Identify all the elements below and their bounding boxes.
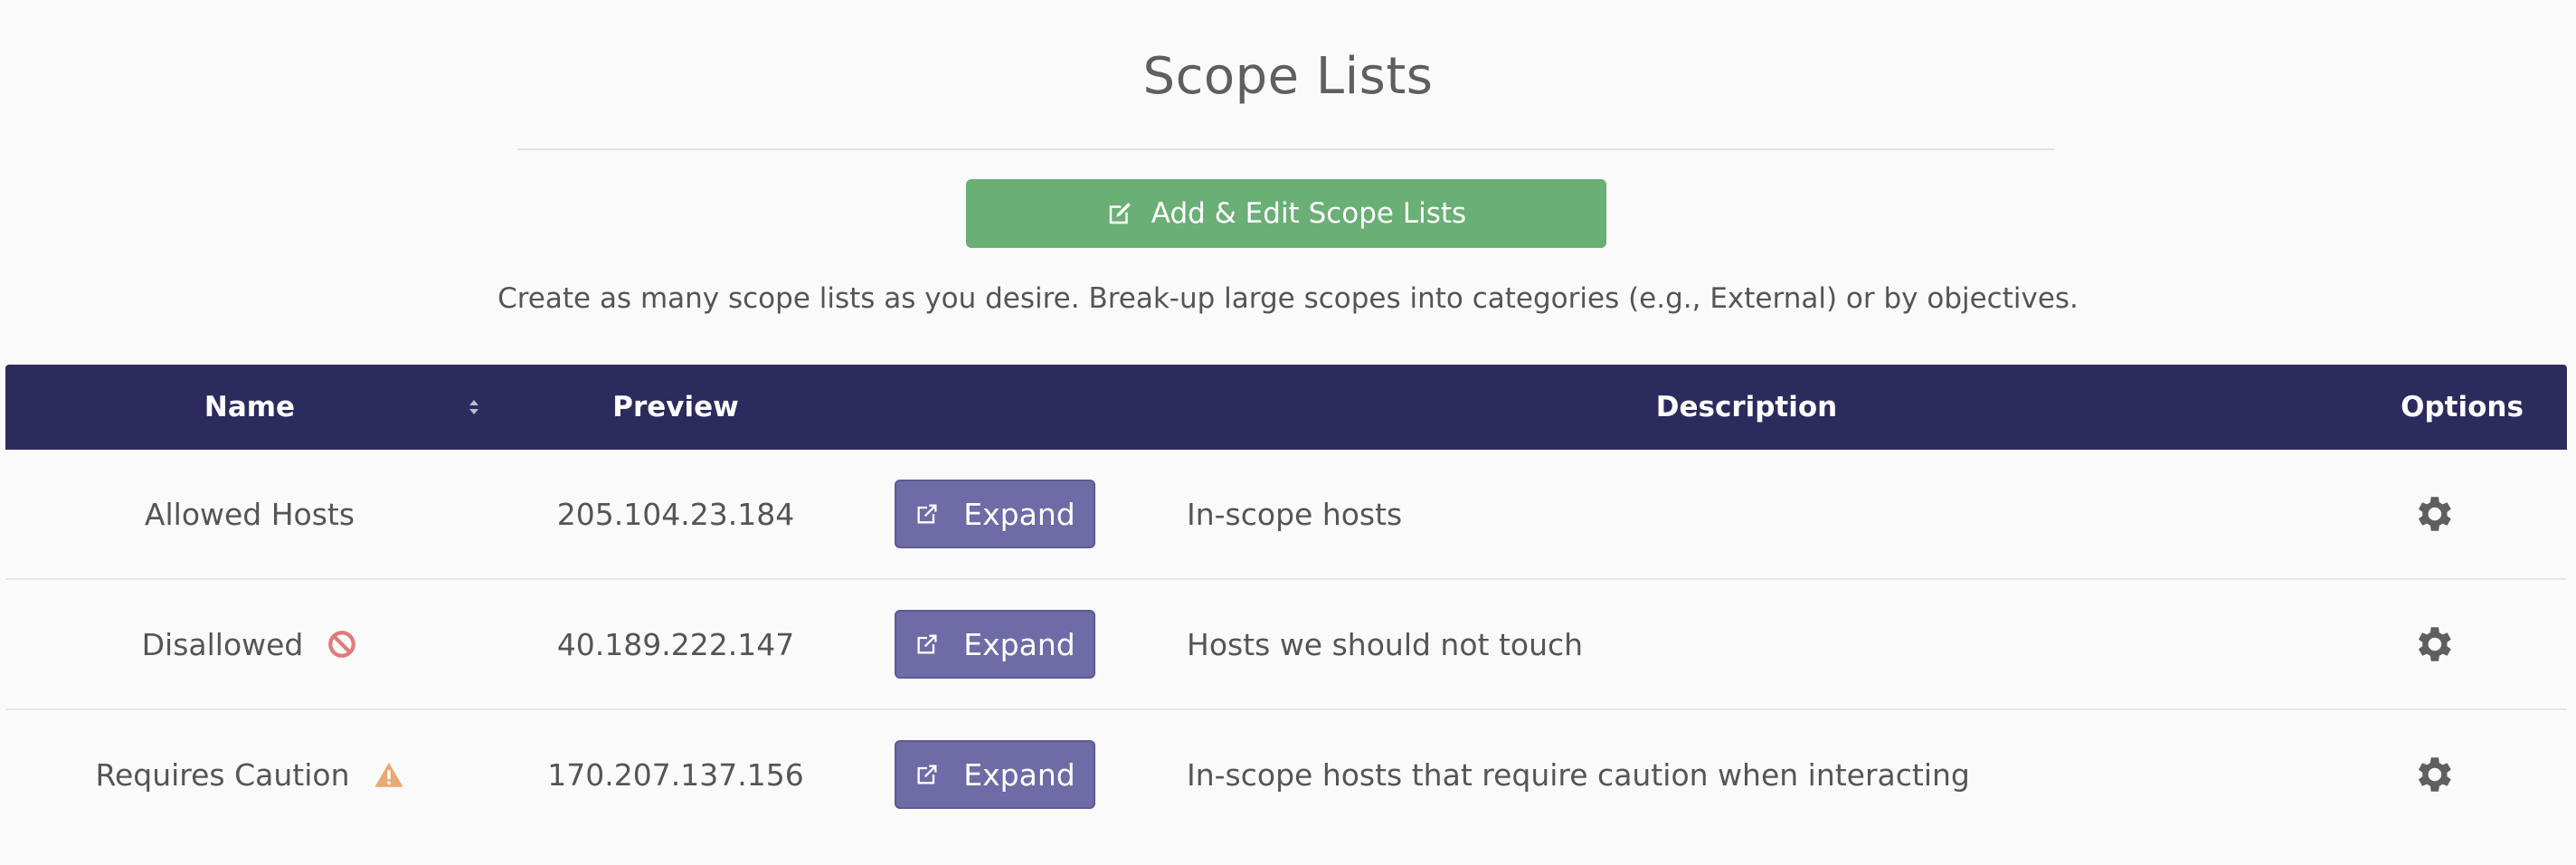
expand-button[interactable]: Expand	[895, 480, 1095, 548]
page-title: Scope Lists	[1142, 47, 1434, 106]
column-header-name[interactable]: Name	[5, 365, 494, 450]
scope-name: Allowed Hosts	[144, 496, 355, 532]
sort-icon[interactable]	[465, 394, 483, 420]
column-header-name-label: Name	[204, 391, 296, 423]
table-row: Allowed Hosts 205.104.23.184 Expand In-s…	[5, 450, 2567, 580]
table-row: Disallowed 40.189.222.147 Expand Hosts w…	[5, 580, 2567, 710]
preview-cell: 205.104.23.184	[494, 450, 857, 578]
options-cell	[2410, 710, 2456, 839]
table-row: Requires Caution 170.207.137.156 Expand …	[5, 710, 2567, 839]
expand-label: Expand	[963, 496, 1075, 532]
scope-name-cell: Disallowed	[5, 580, 494, 708]
title-divider	[517, 148, 2055, 150]
column-header-options-label: Options	[2401, 391, 2524, 423]
description-text: In-scope hosts	[1187, 496, 1403, 532]
page-subtitle: Create as many scope lists as you desire…	[497, 282, 2079, 315]
external-link-icon	[914, 762, 940, 787]
edit-icon	[1106, 200, 1133, 227]
gear-icon[interactable]	[2410, 622, 2456, 667]
expand-label: Expand	[963, 756, 1075, 793]
external-link-icon	[914, 632, 940, 657]
preview-value: 40.189.222.147	[556, 626, 795, 662]
expand-cell: Expand	[895, 710, 1095, 839]
add-edit-scope-lists-label: Add & Edit Scope Lists	[1151, 197, 1467, 230]
table-header: Name Preview Description Options	[5, 365, 2567, 450]
warning-icon	[374, 759, 404, 790]
scope-name: Disallowed	[141, 626, 304, 662]
description-text: In-scope hosts that require caution when…	[1187, 756, 1970, 793]
column-header-preview-label: Preview	[612, 391, 739, 423]
description-cell: In-scope hosts	[1187, 450, 1402, 578]
preview-cell: 40.189.222.147	[494, 580, 857, 708]
expand-button[interactable]: Expand	[895, 610, 1095, 679]
scope-lists-table: Name Preview Description Options Allowed…	[5, 365, 2567, 839]
preview-cell: 170.207.137.156	[494, 710, 857, 839]
expand-cell: Expand	[895, 580, 1095, 708]
description-cell: Hosts we should not touch	[1187, 580, 1583, 708]
gear-icon[interactable]	[2410, 491, 2456, 537]
expand-button[interactable]: Expand	[895, 740, 1095, 809]
expand-label: Expand	[963, 626, 1075, 662]
external-link-icon	[914, 501, 940, 527]
expand-cell: Expand	[895, 450, 1095, 578]
scope-name: Requires Caution	[95, 756, 350, 793]
column-header-description: Description	[1136, 365, 2357, 450]
column-header-description-label: Description	[1655, 391, 1838, 423]
gear-icon[interactable]	[2410, 752, 2456, 797]
scope-name-cell: Requires Caution	[5, 710, 494, 839]
preview-value: 205.104.23.184	[556, 496, 795, 532]
preview-value: 170.207.137.156	[547, 756, 804, 793]
column-header-preview: Preview	[494, 365, 857, 450]
description-cell: In-scope hosts that require caution when…	[1187, 710, 1970, 839]
options-cell	[2410, 450, 2456, 578]
scope-lists-page: Scope Lists Add & Edit Scope Lists Creat…	[0, 0, 2576, 865]
add-edit-scope-lists-button[interactable]: Add & Edit Scope Lists	[966, 179, 1606, 248]
scope-name-cell: Allowed Hosts	[5, 450, 494, 578]
column-header-options: Options	[2357, 365, 2567, 450]
ban-icon	[327, 629, 357, 660]
options-cell	[2410, 580, 2456, 708]
description-text: Hosts we should not touch	[1187, 626, 1584, 662]
